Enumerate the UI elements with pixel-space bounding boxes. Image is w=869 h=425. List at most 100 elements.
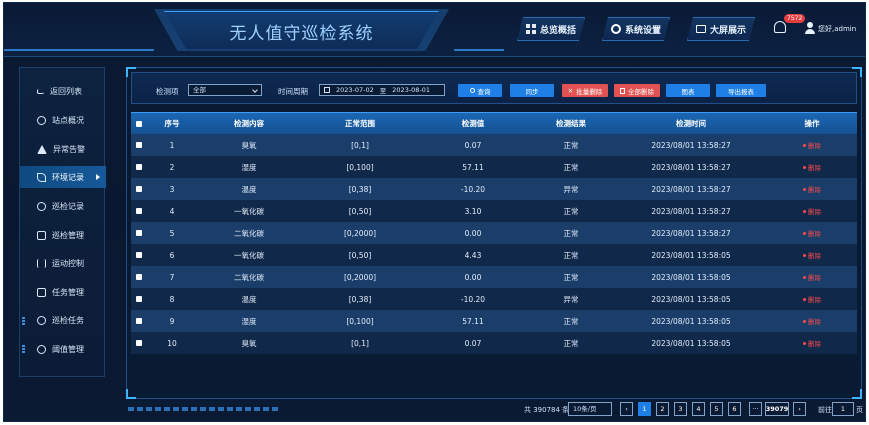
cell-index: 7 <box>169 272 175 282</box>
delete-dot-icon <box>803 165 806 169</box>
cell-time: 2023/08/01 13:58:27 <box>651 162 731 172</box>
select-all-checkbox[interactable] <box>131 120 147 127</box>
nav-overview-button[interactable]: 总览概括 <box>517 17 585 41</box>
delete-dot-icon <box>803 143 806 147</box>
row-checkbox[interactable] <box>131 296 147 302</box>
table-row: 5 二氧化碳 [0,2000] 0.00 正常 2023/08/01 13:58:27 删除 <box>131 222 857 244</box>
checkbox-icon <box>136 274 142 280</box>
date-range-picker[interactable]: 2023-07-02 至 2023-08-01 <box>319 84 445 96</box>
last-page-button[interactable]: 39079 <box>765 402 789 416</box>
sidebar-item-alarms[interactable]: 异常告警 <box>20 138 106 160</box>
col-value: 检测值 <box>461 119 485 128</box>
row-checkbox[interactable] <box>131 318 147 324</box>
sidebar-item-label: 站点概况 <box>52 115 84 125</box>
grid-icon <box>526 24 536 34</box>
cell-result: 正常 <box>563 250 579 260</box>
row-checkbox[interactable] <box>131 208 147 214</box>
page-button-2[interactable]: 2 <box>656 402 669 416</box>
sidebar-item-site-overview[interactable]: 站点概况 <box>20 109 106 131</box>
row-checkbox[interactable] <box>131 186 147 192</box>
query-button[interactable]: 查询 <box>458 84 502 97</box>
row-delete-button[interactable]: 删除 <box>767 250 857 260</box>
clock-icon <box>37 344 46 354</box>
row-delete-button[interactable]: 删除 <box>767 294 857 304</box>
date-separator: 至 <box>379 87 387 95</box>
chevron-left-icon: ‹ <box>625 405 628 413</box>
row-checkbox[interactable] <box>131 252 147 258</box>
page-button-6[interactable]: 6 <box>728 402 741 416</box>
user-avatar-icon[interactable] <box>805 22 815 34</box>
delete-all-button[interactable]: 全部删除 <box>614 84 660 97</box>
date-end: 2023-08-01 <box>392 86 431 94</box>
sidebar-item-inspection-records[interactable]: 巡检记录 <box>20 195 106 217</box>
row-checkbox[interactable] <box>131 142 147 148</box>
prev-page-button[interactable]: ‹ <box>620 402 633 416</box>
cell-result: 正常 <box>563 140 579 150</box>
cell-content: 温度 <box>241 184 257 194</box>
page-button-3[interactable]: 3 <box>674 402 687 416</box>
cell-index: 4 <box>169 206 175 216</box>
row-checkbox[interactable] <box>131 230 147 236</box>
page-button-5[interactable]: 5 <box>710 402 723 416</box>
sidebar-deco-bottom <box>22 345 25 353</box>
gear-icon <box>37 315 46 325</box>
sidebar-item-inspection-tasks[interactable]: 巡检任务 <box>20 309 106 331</box>
nav-bigscreen-label: 大屏展示 <box>710 25 747 36</box>
sidebar-item-task-mgmt[interactable]: 任务管理 <box>20 281 106 303</box>
nav-settings-button[interactable]: 系统设置 <box>602 17 670 41</box>
sidebar-item-threshold-mgmt[interactable]: 阈值管理 <box>20 338 106 360</box>
row-delete-button[interactable]: 删除 <box>767 140 857 150</box>
delete-label: 删除 <box>808 230 821 239</box>
cell-index: 9 <box>169 316 175 326</box>
checkbox-icon <box>136 252 142 258</box>
row-checkbox[interactable] <box>131 340 147 346</box>
bell-icon[interactable] <box>774 21 786 33</box>
cell-time: 2023/08/01 13:58:27 <box>651 140 731 150</box>
sidebar-item-back[interactable]: 返回列表 <box>20 80 106 102</box>
cell-value: 57.11 <box>462 162 484 172</box>
checkbox-icon <box>136 208 142 214</box>
row-delete-button[interactable]: 删除 <box>767 162 857 172</box>
chart-button[interactable]: 图表 <box>666 84 710 97</box>
table-row: 9 湿度 [0,100] 57.11 正常 2023/08/01 13:58:05 删除 <box>131 310 857 332</box>
page-ellipsis[interactable]: ··· <box>749 402 762 416</box>
user-greeting[interactable]: 您好,admin <box>818 24 856 34</box>
row-delete-button[interactable]: 删除 <box>767 206 857 217</box>
cell-time: 2023/08/01 13:58:27 <box>651 184 731 194</box>
cell-content: 一氧化碳 <box>234 250 264 260</box>
row-checkbox[interactable] <box>131 274 147 280</box>
page-size-value: 10条/页 <box>573 405 597 413</box>
page-size-select[interactable]: 10条/页 <box>568 402 612 416</box>
row-delete-button[interactable]: 删除 <box>767 228 857 239</box>
page-button-4[interactable]: 4 <box>692 402 705 416</box>
checkbox-icon <box>136 164 142 170</box>
row-delete-button[interactable]: 删除 <box>767 316 857 326</box>
sidebar-item-inspection-mgmt[interactable]: 巡检管理 <box>20 224 106 246</box>
trash-icon <box>620 87 625 94</box>
cell-value: 0.07 <box>464 338 482 348</box>
close-icon: ✕ <box>567 86 574 95</box>
export-button[interactable]: 导出报表 <box>716 84 766 97</box>
detection-item-select[interactable]: 全部 <box>188 84 262 96</box>
row-checkbox[interactable] <box>131 164 147 170</box>
total-count: 共 390784 条 <box>524 406 570 414</box>
row-delete-button[interactable]: 删除 <box>767 338 857 348</box>
sidebar-item-env-records[interactable]: 环境记录 <box>20 166 106 188</box>
nav-bigscreen-button[interactable]: 大屏展示 <box>687 17 755 41</box>
cell-index: 8 <box>169 294 175 304</box>
corner-br <box>852 389 862 399</box>
delete-label: 删除 <box>808 208 821 217</box>
page-button-1[interactable]: 1 <box>638 402 651 416</box>
sync-button[interactable]: 同步 <box>510 84 554 97</box>
row-delete-button[interactable]: 删除 <box>767 184 857 194</box>
row-delete-button[interactable]: 删除 <box>767 272 857 282</box>
sidebar-item-motion-control[interactable]: 运动控制 <box>20 252 106 274</box>
cell-index: 3 <box>169 184 175 194</box>
list-icon <box>37 287 46 297</box>
next-page-button[interactable]: › <box>793 402 806 416</box>
sidebar-item-label: 异常告警 <box>53 144 85 154</box>
delete-dot-icon <box>803 187 806 191</box>
batch-delete-button[interactable]: ✕ 批量删除 <box>562 84 608 97</box>
goto-page-input[interactable]: 1 <box>832 402 854 416</box>
app-window: 无人值守巡检系统 总览概括 系统设置 大屏展示 7572 您好,admin 返回… <box>3 2 866 422</box>
